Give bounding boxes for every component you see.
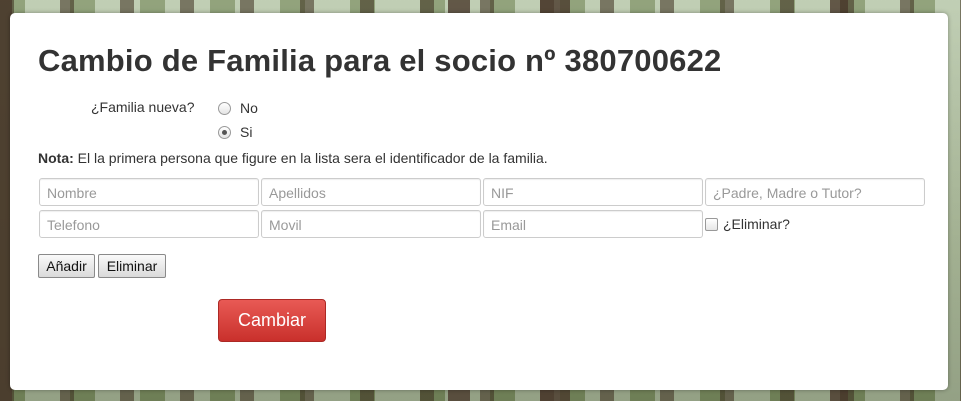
radio-si-label: Si	[240, 124, 253, 140]
nif-input[interactable]: NIF	[483, 178, 703, 206]
remove-button[interactable]: Eliminar	[98, 254, 166, 278]
nombre-input[interactable]: Nombre	[39, 178, 259, 206]
eliminar-checkbox-label: ¿Eliminar?	[723, 216, 790, 232]
add-button[interactable]: Añadir	[38, 254, 95, 278]
radio-option-no[interactable]: No	[218, 100, 258, 116]
radio-option-si[interactable]: Si	[218, 124, 252, 140]
note-body: El la primera persona que figure en la l…	[73, 150, 548, 166]
note-prefix: Nota:	[38, 150, 74, 166]
radio-no-label: No	[240, 100, 258, 116]
page-title: Cambio de Familia para el socio nº 38070…	[38, 43, 722, 78]
familia-nueva-label: ¿Familia nueva?	[91, 99, 195, 115]
note-text: Nota: El la primera persona que figure e…	[38, 150, 548, 166]
eliminar-checkbox-row[interactable]: ¿Eliminar?	[705, 216, 790, 232]
eliminar-checkbox[interactable]	[705, 217, 718, 231]
apellidos-input[interactable]: Apellidos	[261, 178, 481, 206]
email-input[interactable]: Email	[483, 210, 703, 238]
movil-input[interactable]: Movil	[261, 210, 481, 238]
radio-no[interactable]	[218, 101, 231, 115]
submit-button[interactable]: Cambiar	[218, 299, 326, 342]
form-card: Cambio de Familia para el socio nº 38070…	[10, 13, 948, 390]
telefono-input[interactable]: Telefono	[39, 210, 259, 238]
tutor-input[interactable]: ¿Padre, Madre o Tutor?	[705, 178, 925, 206]
radio-si[interactable]	[218, 125, 231, 139]
